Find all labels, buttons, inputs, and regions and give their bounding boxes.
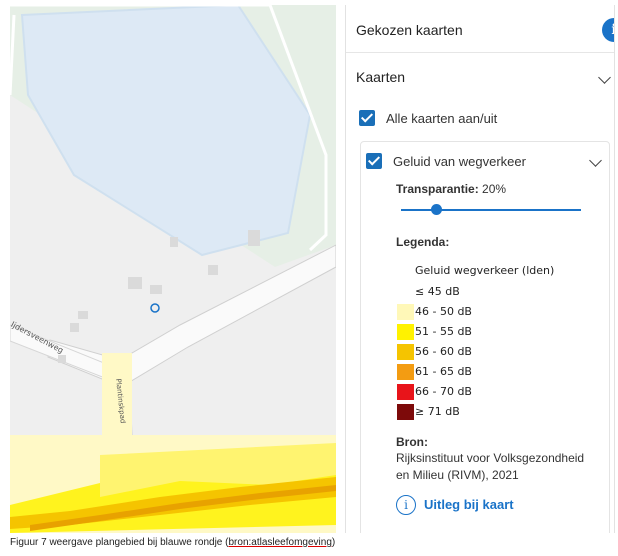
- legend-label: 66 - 70 dB: [415, 385, 472, 398]
- all-maps-label: Alle kaarten aan/uit: [386, 111, 498, 126]
- building: [128, 277, 142, 289]
- transparency-slider[interactable]: [401, 209, 581, 211]
- building: [170, 237, 178, 247]
- source-line-1: Rijksinstituut voor Volksgezondheid: [396, 451, 585, 465]
- map-view[interactable]: Ijdersveenweg Plantinskpad: [10, 5, 336, 533]
- building: [70, 323, 79, 332]
- building: [150, 285, 162, 294]
- legend-title: Geluid wegverkeer (lden): [415, 264, 555, 277]
- maps-section-toggle[interactable]: Kaarten: [356, 69, 611, 89]
- legend-label: ≤ 45 dB: [415, 285, 460, 298]
- caption-close: ): [331, 537, 336, 548]
- layer-checkbox[interactable]: [366, 153, 382, 169]
- legend-swatch: [397, 304, 414, 320]
- legend-swatch: [397, 404, 414, 420]
- legend-label: 51 - 55 dB: [415, 325, 472, 338]
- transparency-row: Transparantie: 20%: [396, 182, 506, 196]
- figure-caption: Figuur 7 weergave plangebied bij blauwe …: [10, 537, 335, 548]
- legend-label: ≥ 71 dB: [415, 405, 460, 418]
- transparency-value: 20%: [482, 182, 507, 196]
- panel-title: Gekozen kaarten: [356, 22, 463, 38]
- legend-label: 56 - 60 dB: [415, 345, 472, 358]
- legend-heading: Legenda:: [396, 235, 450, 249]
- info-icon[interactable]: i: [396, 495, 416, 515]
- map-canvas[interactable]: [10, 5, 336, 533]
- source-line-2: en Milieu (RIVM), 2021: [396, 468, 519, 482]
- source-heading: Bron:: [396, 435, 428, 449]
- chevron-down-icon[interactable]: [598, 71, 611, 84]
- building: [58, 355, 66, 363]
- panel-header: Gekozen kaarten i: [346, 5, 614, 53]
- explain-map-link[interactable]: Uitleg bij kaart: [424, 497, 514, 512]
- chosen-maps-panel: Gekozen kaarten i Kaarten Alle kaarten a…: [345, 5, 615, 533]
- all-maps-checkbox[interactable]: [359, 110, 375, 126]
- building: [78, 311, 88, 319]
- caption-source-link[interactable]: bron:atlasleefomgeving: [228, 537, 331, 548]
- transparency-label: Transparantie:: [396, 182, 479, 196]
- building: [208, 265, 218, 275]
- transparency-slider-handle[interactable]: [431, 204, 442, 215]
- building: [248, 230, 260, 246]
- legend-swatch: [397, 344, 414, 360]
- caption-text: Figuur 7 weergave plangebied bij blauwe …: [10, 537, 229, 548]
- legend-label: 46 - 50 dB: [415, 305, 472, 318]
- legend-label: 61 - 65 dB: [415, 365, 472, 378]
- legend-swatch: [397, 384, 414, 400]
- legend-swatch: [397, 324, 414, 340]
- legend-swatch: [397, 364, 414, 380]
- section-label: Kaarten: [356, 69, 406, 85]
- info-icon[interactable]: i: [602, 18, 614, 42]
- layer-label: Geluid van wegverkeer: [393, 154, 526, 169]
